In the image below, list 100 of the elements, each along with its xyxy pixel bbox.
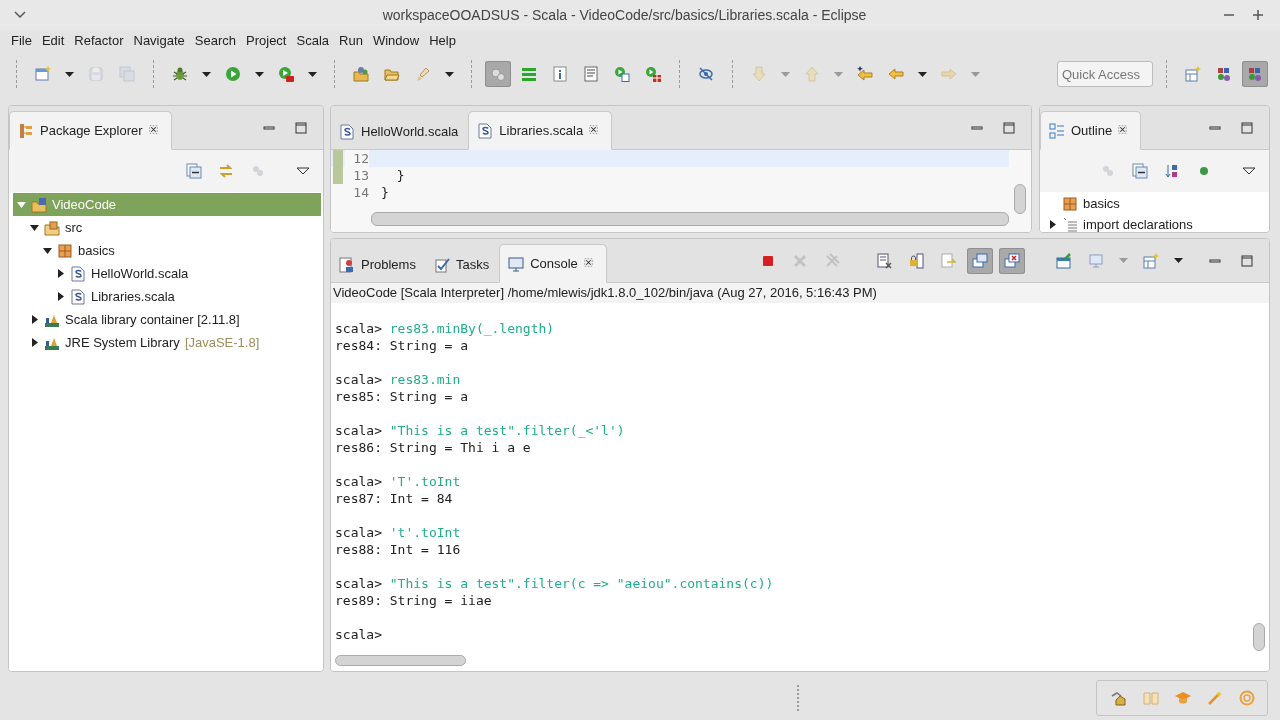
graduation-cap-icon[interactable] — [1175, 689, 1191, 706]
tree-row[interactable]: Libraries.scala — [13, 285, 321, 308]
tree-label: basics — [78, 243, 115, 258]
view-tab[interactable]: Problems — [331, 246, 426, 283]
tree-row[interactable]: import declarations — [1044, 214, 1267, 232]
view-tab[interactable]: HelloWorld.scala — [331, 113, 469, 150]
scala-file-icon — [70, 288, 86, 305]
dropdown-arrow-icon[interactable] — [65, 71, 74, 77]
command-text: 'T'.toInt — [389, 474, 461, 489]
hand-icon[interactable] — [1111, 689, 1127, 706]
plus-icon[interactable] — [1250, 7, 1266, 23]
tree-row[interactable]: basics — [1044, 193, 1267, 214]
maximize-icon[interactable] — [1239, 119, 1255, 136]
console-error-icon[interactable] — [999, 247, 1025, 274]
prompt-label: scala> — [335, 576, 382, 591]
maximize-icon[interactable] — [1239, 252, 1255, 269]
cubes-icon[interactable] — [1242, 61, 1268, 87]
dropdown-arrow-icon[interactable] — [445, 71, 454, 77]
scala-file-icon — [339, 123, 355, 140]
view-tab[interactable]: Libraries.scala — [468, 111, 613, 150]
tree-decoration: [JavaSE-1.8] — [184, 335, 260, 350]
collapsed-arrow-icon[interactable] — [30, 315, 39, 324]
command-text: 't'.toInt — [389, 525, 461, 540]
output-text: res84: String = a — [335, 338, 469, 353]
collapsed-arrow-icon[interactable] — [56, 292, 65, 301]
collapsed-arrow-icon[interactable] — [56, 269, 65, 278]
menu-item[interactable]: Scala — [291, 32, 334, 48]
command-text: "This is a test".filter(c => "aeiou".contains(c)) — [389, 576, 774, 591]
outline-icon — [1049, 122, 1065, 139]
menu-item[interactable]: Help — [424, 32, 461, 48]
prompt-label: scala> — [335, 474, 382, 489]
dropdown-arrow-icon[interactable] — [255, 71, 264, 77]
prompt-label: scala> — [335, 372, 382, 387]
output-text: res87: Int = 84 — [335, 491, 453, 506]
command-text: "This is a test".filter(_<'l') — [389, 423, 625, 438]
menu-item[interactable]: File — [6, 32, 37, 48]
dropdown-arrow-icon[interactable] — [1174, 258, 1183, 263]
tree-label: VideoCode — [52, 197, 117, 212]
view-tab[interactable]: Package Explorer — [9, 111, 172, 150]
tree-label: Scala library container [2.11.8] — [65, 312, 240, 327]
output-text: res88: Int = 116 — [335, 542, 461, 557]
output-text: res85: String = a — [335, 389, 469, 404]
command-text: res83.min — [389, 372, 461, 387]
tree-label: Libraries.scala — [91, 289, 175, 304]
menu-item[interactable]: Navigate — [128, 32, 190, 48]
console-pin-icon[interactable] — [967, 247, 993, 274]
scala-file-icon — [70, 265, 86, 282]
view-tab[interactable]: Outline — [1040, 111, 1142, 150]
scala-file-icon — [477, 122, 494, 139]
output-text: res89: String = iiae — [335, 593, 492, 608]
prompt-label: scala> — [335, 423, 382, 438]
menu-item[interactable]: Window — [367, 32, 425, 48]
tree-label: HelloWorld.scala — [91, 266, 189, 281]
collapsed-arrow-icon[interactable] — [30, 338, 39, 347]
dropdown-arrow-icon[interactable] — [202, 71, 211, 77]
tree-label: import declarations — [1083, 217, 1193, 232]
collapsed-arrow-icon[interactable] — [1048, 220, 1057, 229]
lifebuoy-icon[interactable] — [1239, 689, 1255, 706]
code-line: } — [381, 184, 389, 201]
wand-icon[interactable] — [1207, 689, 1223, 706]
tree-row[interactable]: HelloWorld.scala — [13, 262, 321, 285]
expanded-arrow-icon[interactable] — [43, 246, 52, 255]
prompt-label: scala> — [335, 627, 382, 642]
scrollbar-thumb[interactable] — [335, 655, 466, 666]
tree-row[interactable]: Scala library container [2.11.8] — [13, 308, 321, 331]
menu-item[interactable]: Refactor — [69, 32, 129, 48]
line-number: 12 — [345, 150, 369, 167]
maximize-icon[interactable] — [1001, 119, 1017, 136]
package-icon — [1062, 195, 1078, 212]
view-tab[interactable]: Console — [499, 244, 607, 283]
output-text: res86: String = Thi i a e — [335, 440, 531, 455]
prompt-label: scala> — [335, 321, 382, 336]
close-icon[interactable] — [583, 257, 596, 270]
menu-item[interactable]: Edit — [36, 32, 70, 48]
console-icon — [508, 255, 525, 272]
code-line: } — [395, 167, 405, 184]
prompt-label: scala> — [335, 525, 382, 540]
tree-row[interactable]: src — [13, 216, 321, 239]
imports-icon — [1062, 216, 1078, 232]
view-tab[interactable]: Tasks — [425, 246, 500, 283]
problems-icon — [339, 256, 355, 273]
explorer-icon — [18, 122, 34, 139]
package-icon — [57, 242, 73, 259]
scrollbar-thumb[interactable] — [1253, 623, 1265, 651]
source-folder-icon — [44, 219, 60, 236]
quick-access-field[interactable]: Quick Access — [1057, 61, 1153, 87]
menu-item[interactable]: Search — [189, 32, 241, 48]
tree-row[interactable]: JRE System Library [JavaSE-1.8] — [13, 331, 321, 354]
menu-item[interactable]: Project — [241, 32, 292, 48]
menu-item[interactable]: Run — [334, 32, 368, 48]
dropdown-arrow-icon[interactable] — [308, 71, 317, 77]
maximize-icon[interactable] — [293, 119, 309, 136]
gears-icon[interactable] — [485, 61, 511, 87]
project-icon — [31, 196, 47, 213]
dropdown-arrow-icon[interactable] — [918, 71, 927, 77]
tree-label: src — [65, 220, 83, 235]
scrollbar-thumb[interactable] — [1014, 184, 1026, 214]
tree-row[interactable]: basics — [13, 239, 321, 262]
expanded-arrow-icon[interactable] — [30, 223, 39, 232]
close-icon[interactable] — [148, 124, 161, 137]
